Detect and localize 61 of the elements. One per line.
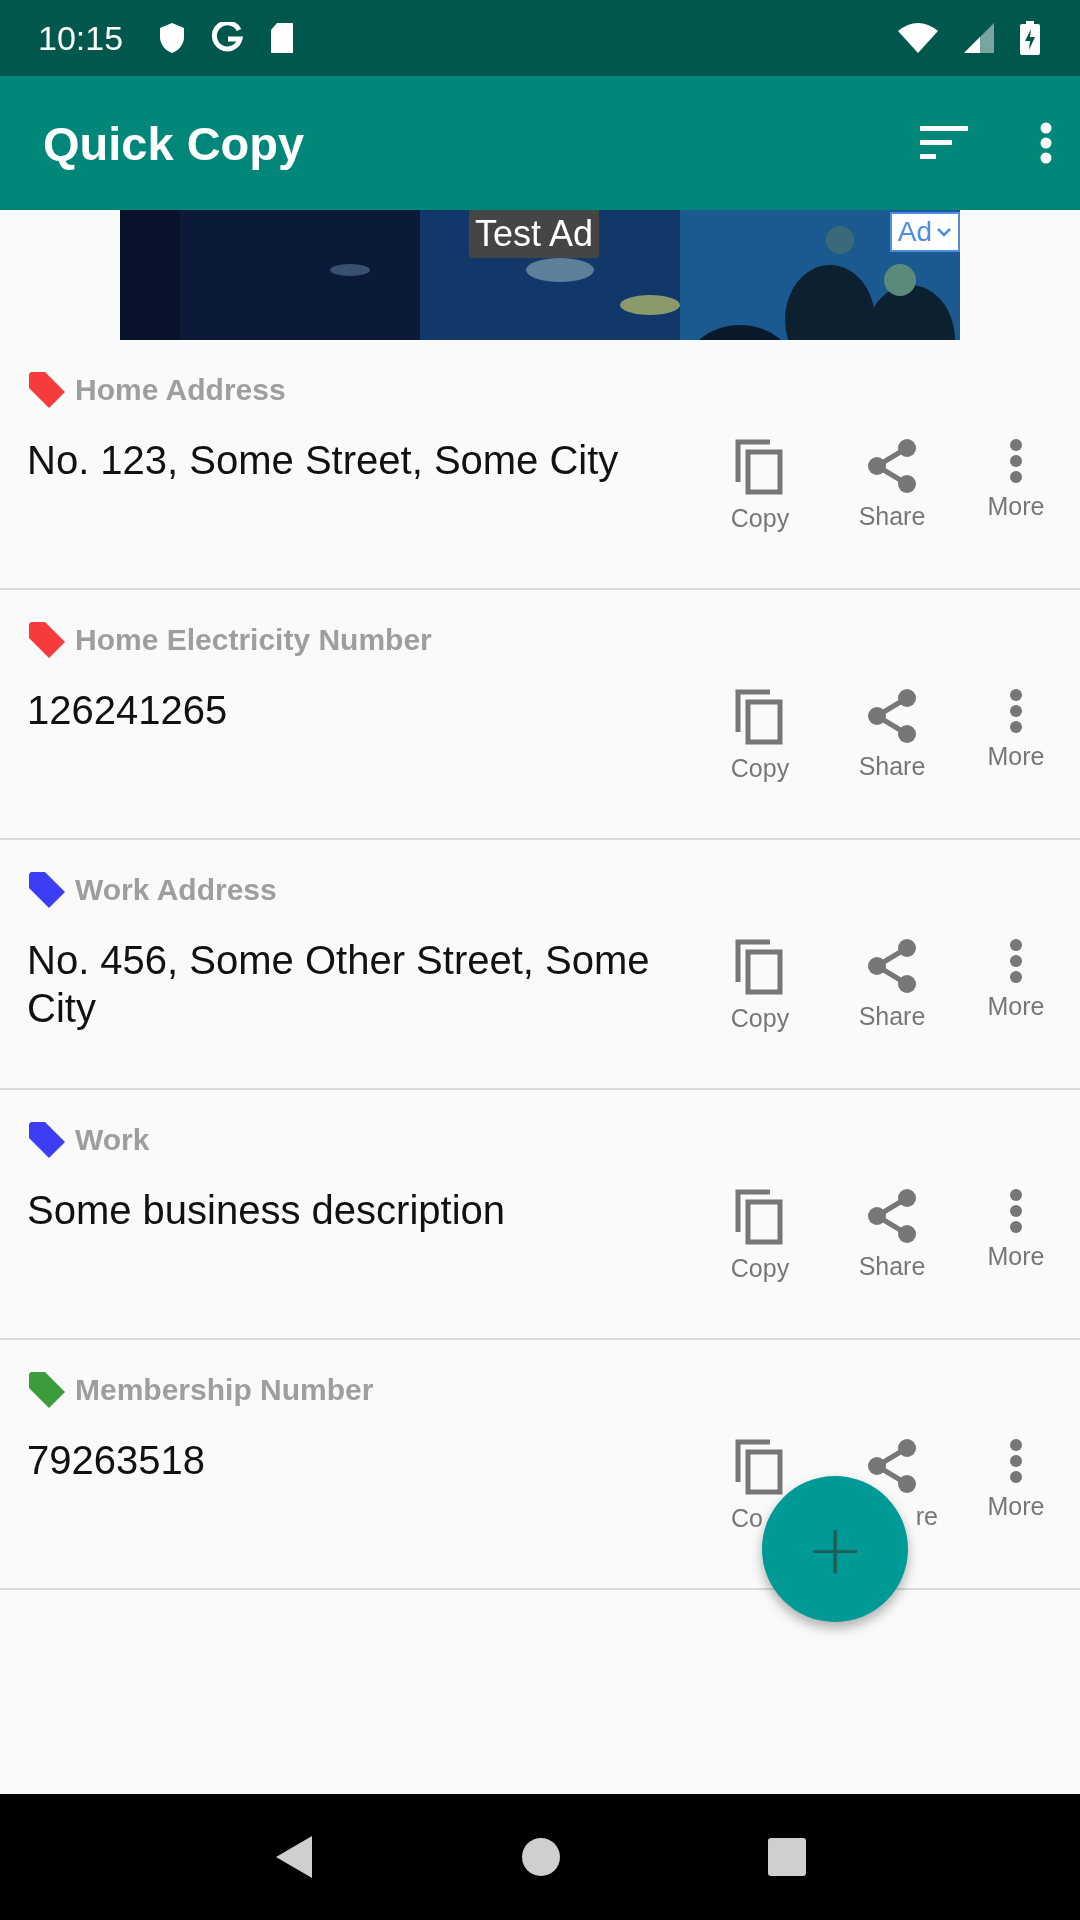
share-icon bbox=[867, 1438, 917, 1494]
item-value: Some business description bbox=[27, 1187, 507, 1234]
status-time: 10:15 bbox=[38, 18, 124, 58]
item-tag: Home Electricity Number bbox=[75, 623, 432, 657]
item-value: No. 123, Some Street, Some City bbox=[27, 437, 620, 484]
list-item-card[interactable]: Work Some business description Copy Share More bbox=[0, 1090, 1080, 1340]
item-tag: Work bbox=[75, 1123, 150, 1157]
sort-icon[interactable] bbox=[920, 126, 968, 160]
share-button[interactable]: Share bbox=[830, 438, 954, 533]
share-button[interactable]: Share bbox=[830, 1188, 954, 1283]
copy-icon bbox=[734, 688, 786, 746]
list-item-card[interactable]: Work Address No. 456, Some Other Street, Some City Copy Share More bbox=[0, 840, 1080, 1090]
item-value: 79263518 bbox=[27, 1437, 206, 1484]
copy-button[interactable]: Copy bbox=[698, 938, 822, 1033]
share-button[interactable]: Share bbox=[830, 688, 954, 783]
copy-button[interactable]: Copy bbox=[698, 1188, 822, 1283]
battery-icon bbox=[1020, 21, 1040, 55]
more-button[interactable]: More bbox=[954, 688, 1078, 783]
item-tag: Work Address bbox=[75, 873, 277, 907]
share-icon bbox=[867, 438, 917, 494]
caret-icon bbox=[936, 227, 952, 237]
item-value: 126241265 bbox=[27, 687, 229, 734]
app-title: Quick Copy bbox=[43, 115, 306, 171]
cut-off-share-label[interactable]: re bbox=[915, 1502, 938, 1531]
wifi-icon bbox=[898, 23, 938, 53]
ad-choices-badge[interactable]: Ad bbox=[889, 212, 960, 252]
item-tag: Home Address bbox=[75, 373, 286, 407]
copy-icon bbox=[734, 1438, 786, 1496]
cut-off-copy-label[interactable]: Co bbox=[731, 1504, 763, 1533]
share-button[interactable]: Share bbox=[830, 938, 954, 1033]
more-icon bbox=[1009, 938, 1023, 984]
share-icon bbox=[867, 938, 917, 994]
more-icon bbox=[1009, 1438, 1023, 1484]
back-icon[interactable] bbox=[274, 1834, 314, 1880]
item-value: No. 456, Some Other Street, Some City bbox=[27, 937, 651, 1032]
shield-icon bbox=[159, 22, 186, 54]
more-button[interactable]: More bbox=[954, 1438, 1078, 1533]
share-icon bbox=[867, 688, 917, 744]
signal-icon bbox=[964, 23, 994, 53]
g-letter-icon bbox=[211, 22, 244, 54]
more-icon bbox=[1009, 438, 1023, 484]
list-item-card[interactable]: Home Address No. 123, Some Street, Some City Copy Share More bbox=[0, 340, 1080, 590]
copy-icon bbox=[734, 438, 786, 496]
sd-card-icon bbox=[269, 22, 296, 54]
more-icon bbox=[1009, 688, 1023, 734]
more-button[interactable]: More bbox=[954, 438, 1078, 533]
copy-icon bbox=[734, 938, 786, 996]
item-tag: Membership Number bbox=[75, 1373, 374, 1407]
copy-button[interactable]: Copy bbox=[698, 688, 822, 783]
share-icon bbox=[867, 1188, 917, 1244]
more-button[interactable]: More bbox=[954, 1188, 1078, 1283]
overflow-menu-icon[interactable] bbox=[1040, 122, 1052, 164]
home-icon[interactable] bbox=[522, 1838, 560, 1876]
more-button[interactable]: More bbox=[954, 938, 1078, 1033]
test-ad-label: Test Ad bbox=[469, 210, 600, 258]
ad-banner[interactable]: Test Ad Ad bbox=[120, 210, 960, 340]
copy-icon bbox=[734, 1188, 786, 1246]
copy-button[interactable]: Copy bbox=[698, 438, 822, 533]
more-icon bbox=[1009, 1188, 1023, 1234]
add-button[interactable]: + bbox=[762, 1476, 908, 1622]
list-item-card[interactable]: Home Electricity Number 126241265 Copy Share More bbox=[0, 590, 1080, 840]
